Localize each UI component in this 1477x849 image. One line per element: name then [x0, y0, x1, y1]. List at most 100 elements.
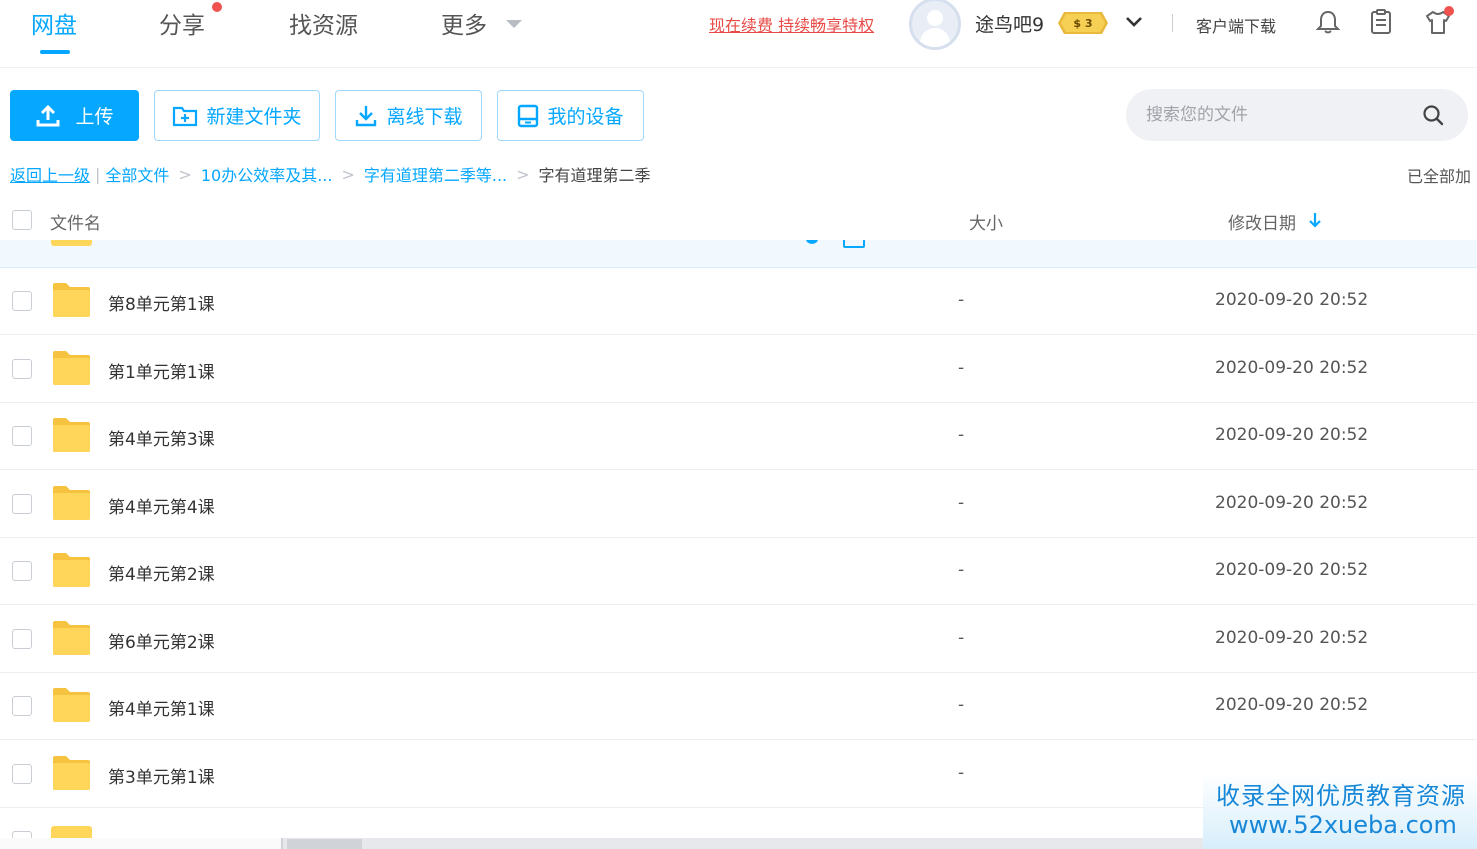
file-name[interactable]: 第6单元第2课: [108, 628, 215, 653]
file-name[interactable]: 第4单元第3课: [108, 425, 215, 450]
client-download-link[interactable]: 客户端下载: [1196, 13, 1276, 37]
file-size: -: [958, 763, 965, 783]
clipboard-icon[interactable]: [1367, 8, 1395, 36]
table-row[interactable]: 第4单元第4课 - 2020-09-20 20:52: [0, 471, 1477, 538]
scrollbar-track-left: [0, 838, 283, 849]
file-size: -: [958, 628, 965, 648]
offline-download-label: 离线下载: [386, 106, 463, 128]
folder-icon: [53, 351, 90, 385]
select-all-checkbox[interactable]: [12, 210, 32, 230]
notification-dot: [212, 2, 222, 12]
scrollbar-thumb[interactable]: [287, 839, 362, 849]
tab-more[interactable]: 更多: [441, 6, 487, 40]
vip-badge-text: $ 3: [1073, 17, 1092, 30]
tab-share[interactable]: 分享: [159, 6, 205, 40]
file-size: -: [958, 560, 965, 580]
table-row[interactable]: 第6单元第2课 - 2020-09-20 20:52: [0, 606, 1477, 673]
tab-netdisk[interactable]: 网盘: [31, 6, 77, 40]
folder-icon: [53, 553, 90, 587]
breadcrumb-separator: >: [516, 164, 530, 184]
back-link[interactable]: 返回上一级: [10, 162, 90, 186]
file-size: -: [958, 695, 965, 715]
row-checkbox[interactable]: [12, 831, 32, 838]
watermark-slogan: 收录全网优质教育资源: [1216, 782, 1466, 810]
file-name[interactable]: 第4单元第1课: [108, 695, 215, 720]
top-nav: 网盘 分享 找资源 更多 现在续费 持续畅享特权 途鸟吧9 $ 3 客户端下载: [0, 0, 1477, 68]
file-name[interactable]: 第8单元第1课: [108, 290, 215, 315]
breadcrumb-all-files[interactable]: 全部文件: [105, 162, 169, 186]
watermark-url: www.52xueba.com: [1229, 811, 1457, 839]
my-devices-label: 我的设备: [547, 106, 624, 128]
row-checkbox[interactable]: [12, 494, 32, 514]
table-row[interactable]: 第8单元第1课 - 2020-09-20 20:52: [0, 268, 1477, 335]
row-checkbox[interactable]: [12, 291, 32, 311]
file-modified-date: 2020-09-20 20:52: [1215, 695, 1369, 715]
folder-icon: [53, 621, 90, 655]
row-checkbox[interactable]: [12, 426, 32, 446]
search-box: [1126, 89, 1468, 141]
table-header: 文件名 大小 修改日期: [0, 200, 1477, 240]
file-modified-date: 2020-09-20 20:52: [1215, 290, 1369, 310]
renew-promo-link[interactable]: 现在续费 持续畅享特权: [709, 12, 874, 36]
file-modified-date: 2020-09-20 20:52: [1215, 560, 1369, 580]
file-name[interactable]: 第4单元第4课: [108, 493, 215, 518]
search-icon[interactable]: [1422, 104, 1444, 126]
breadcrumb-current: 字有道理第二季: [538, 166, 651, 185]
breadcrumb-parent-folder[interactable]: 字有道理第二季等...: [364, 162, 507, 186]
folder-icon: [53, 486, 90, 520]
breadcrumb-separator: >: [341, 164, 355, 184]
row-checkbox[interactable]: [12, 561, 32, 581]
row-checkbox[interactable]: [12, 629, 32, 649]
tab-find-resources[interactable]: 找资源: [289, 6, 358, 40]
avatar[interactable]: [909, 0, 961, 50]
file-modified-date: 2020-09-20 20:52: [1215, 358, 1369, 378]
file-size: -: [958, 358, 965, 378]
column-modified[interactable]: 修改日期: [1228, 209, 1296, 234]
file-name[interactable]: 第1单元第1课: [108, 358, 215, 383]
column-name[interactable]: 文件名: [50, 209, 101, 234]
file-size: -: [958, 290, 965, 310]
upload-label: 上传: [75, 106, 114, 128]
row-action-icon[interactable]: [806, 240, 818, 244]
new-folder-icon: [173, 106, 198, 126]
download-icon: [356, 105, 377, 126]
row-checkbox[interactable]: [12, 359, 32, 379]
search-input[interactable]: [1146, 101, 1416, 129]
breadcrumb: 返回上一级 | 全部文件 > 10办公效率及其... > 字有道理第二季等...…: [10, 162, 651, 186]
folder-icon: [53, 688, 90, 722]
table-row[interactable]: 第4单元第1课 - 2020-09-20 20:52: [0, 673, 1477, 740]
offline-download-button[interactable]: 离线下载: [335, 90, 482, 141]
breadcrumb-office-efficiency[interactable]: 10办公效率及其...: [201, 162, 333, 186]
bell-icon[interactable]: [1314, 8, 1342, 36]
watermark: 收录全网优质教育资源 www.52xueba.com: [1203, 773, 1477, 849]
upload-icon: [36, 104, 60, 126]
file-name[interactable]: 第4单元第2课: [108, 560, 215, 585]
device-icon: [518, 104, 539, 127]
breadcrumb-separator: >: [178, 164, 192, 184]
more-dropdown-icon[interactable]: [506, 20, 522, 28]
chevron-down-icon[interactable]: [1124, 12, 1144, 32]
shirt-notification-dot: [1444, 6, 1454, 16]
table-row[interactable]: 第1单元第1课 - 2020-09-20 20:52: [0, 336, 1477, 403]
table-row[interactable]: 第4单元第3课 - 2020-09-20 20:52: [0, 403, 1477, 470]
new-folder-label: 新建文件夹: [206, 106, 302, 128]
file-modified-date: 2020-09-20 20:52: [1215, 628, 1369, 648]
folder-icon: [51, 240, 92, 246]
sort-desc-icon[interactable]: [1308, 211, 1322, 229]
breadcrumb-pipe: |: [95, 164, 101, 184]
row-checkbox[interactable]: [12, 696, 32, 716]
column-size[interactable]: 大小: [969, 209, 1003, 234]
row-checkbox[interactable]: [12, 764, 32, 784]
folder-icon: [53, 283, 90, 317]
file-size: -: [958, 425, 965, 445]
folder-icon: [53, 756, 90, 790]
table-row[interactable]: 第4单元第2课 - 2020-09-20 20:52: [0, 538, 1477, 605]
loaded-all-status: 已全部加: [1407, 167, 1472, 186]
upload-button[interactable]: 上传: [10, 90, 139, 141]
partially-scrolled-row: [0, 240, 1477, 268]
my-devices-button[interactable]: 我的设备: [497, 90, 644, 141]
row-action-icon[interactable]: [843, 240, 865, 248]
new-folder-button[interactable]: 新建文件夹: [154, 90, 320, 141]
file-name[interactable]: 第3单元第1课: [108, 763, 215, 788]
username[interactable]: 途鸟吧9: [975, 10, 1044, 37]
